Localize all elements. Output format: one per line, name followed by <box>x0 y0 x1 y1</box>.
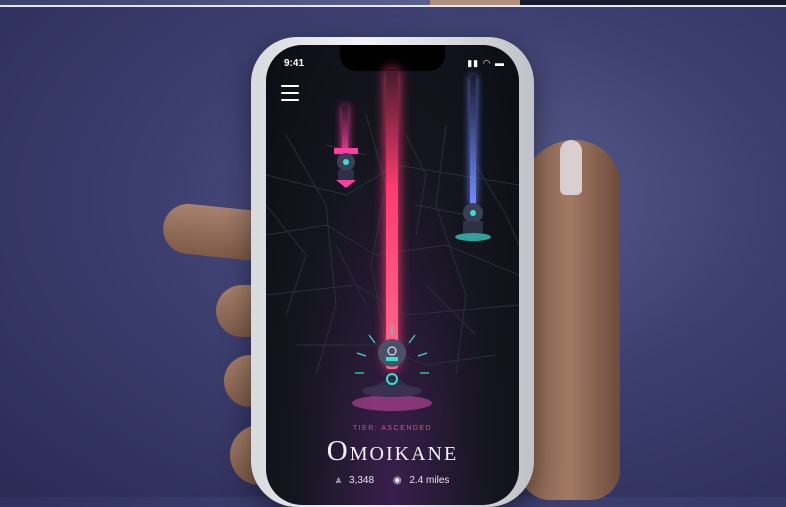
location-stats: ⩓ 3,348 ◉ 2.4 miles <box>266 475 519 486</box>
distance-value: 2.4 miles <box>409 475 450 486</box>
phone-notch <box>340 45 445 71</box>
wifi-icon: ◠ <box>482 58 492 68</box>
shrine-avatar-blue[interactable] <box>451 195 495 245</box>
location-name: Omoikane <box>326 435 459 467</box>
shrine-avatar-pink[interactable] <box>328 140 364 190</box>
altar-icon: ⩓ <box>335 475 342 486</box>
app-screen: 9:41 ▮▮ ◠ ▬ TIER: ASCENDED Omoikane ⩓ 3,… <box>266 45 519 505</box>
hamburger-menu-icon[interactable] <box>281 85 299 101</box>
distance-stat: ◉ 2.4 miles <box>393 475 450 486</box>
followers-count: 3,348 <box>349 475 375 486</box>
status-time: 9:41 <box>284 58 305 69</box>
signal-icon: ▮▮ <box>467 58 480 68</box>
compass-icon: ◉ <box>392 475 402 486</box>
battery-icon: ▬ <box>495 58 505 68</box>
status-icons: ▮▮ ◠ ▬ <box>467 58 505 69</box>
followers-stat: ⩓ 3,348 <box>336 475 374 486</box>
omoikane-shrine-avatar[interactable] <box>349 323 435 413</box>
tier-label: TIER: ASCENDED <box>352 425 433 432</box>
right-light-beam <box>470 75 476 205</box>
